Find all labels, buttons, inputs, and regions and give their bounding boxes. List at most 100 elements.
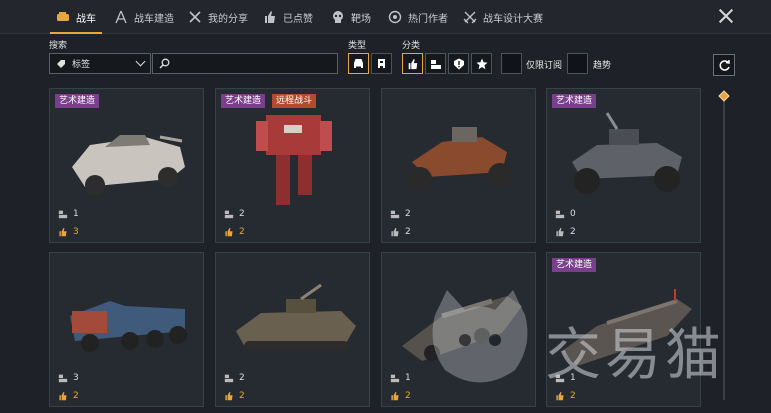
like-count: 2	[555, 227, 576, 237]
vehicle-icon	[57, 12, 69, 21]
blueprint-icon	[430, 59, 441, 69]
build-count: 3	[58, 373, 79, 383]
category-liked-button[interactable]	[402, 53, 423, 74]
thumbs-up-icon	[225, 227, 233, 237]
tab-my-shares[interactable]: 我的分享	[188, 0, 248, 34]
category-warning-button[interactable]	[448, 53, 469, 74]
build-count-value: 2	[405, 209, 411, 219]
scrollbar-thumb[interactable]	[718, 90, 730, 102]
vehicle-card[interactable]: 1 2	[381, 252, 536, 407]
build-count: 2	[390, 209, 411, 219]
like-count: 2	[224, 227, 245, 237]
trend-checkbox[interactable]	[567, 53, 588, 74]
art-build-tag: 艺术建造	[221, 94, 266, 108]
blueprint-icon	[58, 210, 68, 219]
blueprint-icon	[390, 374, 400, 383]
search-icon	[159, 58, 170, 69]
thumbs-up-icon	[391, 227, 399, 237]
thumbs-up-icon	[225, 391, 233, 401]
crossed-swords-icon	[463, 11, 477, 24]
like-count: 3	[58, 227, 79, 237]
build-count-value: 3	[73, 373, 79, 383]
thumbs-up-icon	[391, 391, 399, 401]
tab-vehicle-build[interactable]: 战车建造	[114, 0, 174, 34]
search-input[interactable]	[152, 53, 338, 74]
like-count-value: 2	[570, 391, 576, 401]
tab-range[interactable]: 靶场	[331, 0, 371, 34]
like-count: 2	[390, 227, 411, 237]
tab-design-contest[interactable]: 战车设计大赛	[463, 0, 543, 34]
vehicle-card[interactable]: 艺术建造 1 3	[49, 88, 204, 243]
tab-popular-authors[interactable]: 热门作者	[388, 0, 448, 34]
tab-vehicles[interactable]: 战车	[50, 0, 102, 34]
top-nav: 战车 战车建造 我的分享 已点赞 靶场 热门作者 战车设计大赛	[0, 0, 771, 34]
close-icon[interactable]	[717, 7, 735, 25]
like-count: 2	[224, 391, 245, 401]
tab-label: 已点赞	[283, 13, 313, 25]
like-count-value: 2	[570, 227, 576, 237]
vehicle-preview-image	[402, 296, 522, 361]
chevron-down-icon	[135, 56, 146, 67]
thumbs-up-icon	[59, 227, 67, 237]
tag-select-value: 标签	[72, 60, 91, 70]
build-count-value: 1	[73, 209, 79, 219]
subscribed-only-checkbox[interactable]	[501, 53, 522, 74]
vehicle-card[interactable]: 艺术建造 0 2	[546, 88, 701, 243]
thumbs-up-icon	[265, 11, 275, 23]
build-count: 2	[224, 209, 245, 219]
art-build-tag: 艺术建造	[55, 94, 100, 108]
vehicle-card[interactable]: 艺术建造 远程战斗 2 2	[215, 88, 370, 243]
vehicle-card[interactable]: 3 2	[49, 252, 204, 407]
tag-icon	[57, 59, 65, 68]
vehicle-preview-image	[408, 127, 512, 191]
popular-author-icon	[388, 10, 402, 24]
tab-label: 战车	[76, 13, 96, 25]
vehicle-card[interactable]: 2 2	[381, 88, 536, 243]
thumbs-up-icon	[556, 227, 564, 237]
refresh-button[interactable]	[713, 54, 735, 76]
build-count: 1	[390, 373, 411, 383]
category-label: 分类	[402, 41, 421, 51]
like-count-value: 2	[73, 391, 79, 401]
skull-icon	[333, 11, 343, 23]
category-favorite-button[interactable]	[471, 53, 492, 74]
like-count-value: 3	[73, 227, 79, 237]
car-front-icon	[354, 59, 363, 68]
blueprint-icon	[555, 210, 565, 219]
tab-label: 战车设计大赛	[483, 13, 543, 25]
blueprint-icon	[224, 210, 234, 219]
like-count-value: 2	[239, 391, 245, 401]
like-count: 2	[555, 391, 576, 401]
thumbs-up-icon	[408, 58, 417, 69]
search-label: 搜索	[49, 41, 68, 51]
tag-select[interactable]: 标签	[49, 53, 151, 74]
shield-alert-icon	[453, 58, 464, 69]
blueprint-icon	[390, 210, 400, 219]
vehicle-card[interactable]: 2 2	[215, 252, 370, 407]
thumbs-up-icon	[556, 391, 564, 401]
like-count: 2	[390, 391, 411, 401]
type-label: 类型	[348, 41, 367, 51]
like-count-value: 2	[405, 391, 411, 401]
type-robot-button[interactable]	[371, 53, 392, 74]
type-vehicle-button[interactable]	[348, 53, 369, 74]
trend-label: 趋势	[593, 61, 612, 71]
like-count-value: 2	[405, 227, 411, 237]
like-count: 2	[58, 391, 79, 401]
subscribed-only-label: 仅限订阅	[526, 61, 563, 71]
build-count-value: 2	[239, 209, 245, 219]
tab-label: 战车建造	[134, 13, 174, 25]
tab-label: 靶场	[351, 13, 371, 25]
build-count-value: 2	[239, 373, 245, 383]
build-count: 2	[224, 373, 245, 383]
combat-type-tag: 远程战斗	[272, 94, 317, 108]
like-count-value: 2	[239, 227, 245, 237]
category-builds-button[interactable]	[425, 53, 446, 74]
tab-liked[interactable]: 已点赞	[263, 0, 313, 34]
star-icon	[476, 58, 487, 69]
build-count-value: 1	[405, 373, 411, 383]
car-icon	[378, 59, 385, 68]
vehicle-preview-image	[72, 135, 185, 195]
thumbs-up-icon	[59, 391, 67, 401]
watermark-text: 交易猫	[545, 323, 725, 388]
